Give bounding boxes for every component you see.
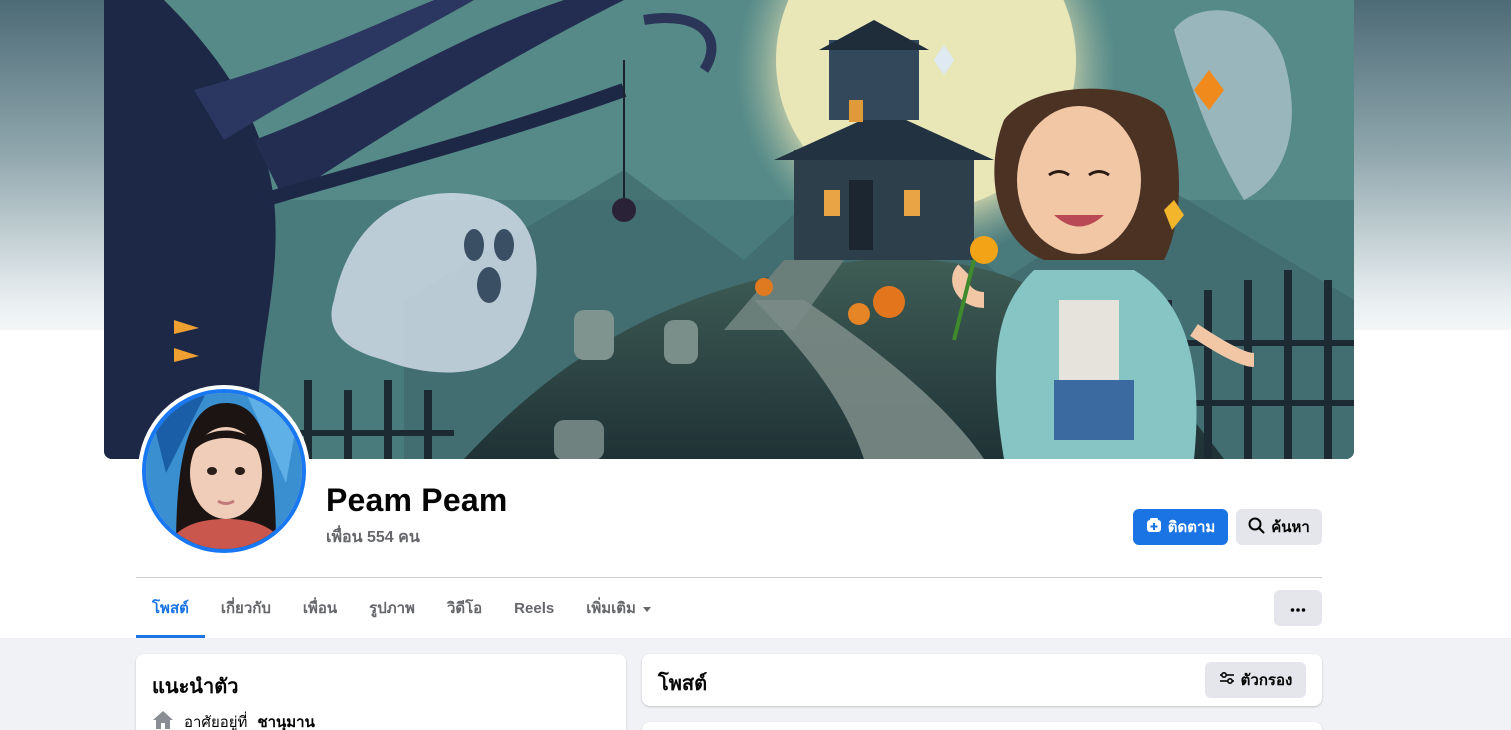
tab-more[interactable]: เพิ่มเติม bbox=[570, 578, 668, 638]
follow-label: ติดตาม bbox=[1167, 519, 1216, 536]
cover-photo[interactable] bbox=[104, 0, 1354, 459]
tab-label: วิดีโอ bbox=[446, 600, 483, 617]
tab-videos[interactable]: วิดีโอ bbox=[431, 578, 498, 638]
search-button[interactable]: ค้นหา bbox=[1236, 509, 1322, 545]
intro-title: แนะนำตัว bbox=[152, 676, 239, 698]
friends-count[interactable]: เพื่อน 554 คน bbox=[326, 525, 420, 550]
profile-avatar[interactable] bbox=[138, 385, 310, 557]
profile-name: Peam Peam bbox=[326, 482, 508, 518]
ellipsis-icon bbox=[1290, 599, 1306, 617]
intro-card: แนะนำตัว อาศัยอยู่ที่ ชานุมาน bbox=[136, 654, 626, 730]
tab-label: โพสต์ bbox=[152, 600, 189, 617]
posts-header-card: โพสต์ ตัวกรอง bbox=[642, 654, 1322, 706]
chevron-down-icon bbox=[642, 600, 652, 617]
profile-tabs: โพสต์ เกี่ยวกับ เพื่อน รูปภาพ วิดีโอ Ree… bbox=[136, 578, 668, 638]
lives-place[interactable]: ชานุมาน bbox=[257, 710, 314, 730]
tab-posts[interactable]: โพสต์ bbox=[136, 578, 205, 638]
avatar-photo bbox=[142, 389, 306, 553]
cover-illustration bbox=[104, 0, 1354, 459]
follow-icon bbox=[1146, 517, 1162, 537]
more-actions-button[interactable] bbox=[1274, 590, 1322, 626]
filter-label: ตัวกรอง bbox=[1240, 672, 1293, 689]
tab-label: เกี่ยวกับ bbox=[220, 600, 271, 617]
tab-reels[interactable]: Reels bbox=[498, 578, 570, 638]
search-label: ค้นหา bbox=[1271, 519, 1310, 536]
intro-lives-in: อาศัยอยู่ที่ ชานุมาน bbox=[152, 710, 315, 730]
filter-button[interactable]: ตัวกรอง bbox=[1205, 662, 1306, 698]
tab-label: เพื่อน bbox=[302, 600, 338, 617]
filter-icon bbox=[1219, 671, 1235, 689]
tab-about[interactable]: เกี่ยวกับ bbox=[205, 578, 287, 638]
lives-prefix: อาศัยอยู่ที่ bbox=[184, 714, 248, 730]
tab-friends[interactable]: เพื่อน bbox=[287, 578, 353, 638]
tab-label: เพิ่มเติม bbox=[586, 600, 636, 617]
tab-photos[interactable]: รูปภาพ bbox=[353, 578, 431, 638]
follow-button[interactable]: ติดตาม bbox=[1133, 509, 1228, 545]
post-card bbox=[642, 722, 1322, 730]
tab-label: Reels bbox=[514, 599, 555, 617]
home-icon bbox=[152, 710, 174, 730]
search-icon bbox=[1248, 517, 1265, 538]
tab-label: รูปภาพ bbox=[369, 600, 415, 617]
posts-title: โพสต์ bbox=[658, 673, 708, 695]
